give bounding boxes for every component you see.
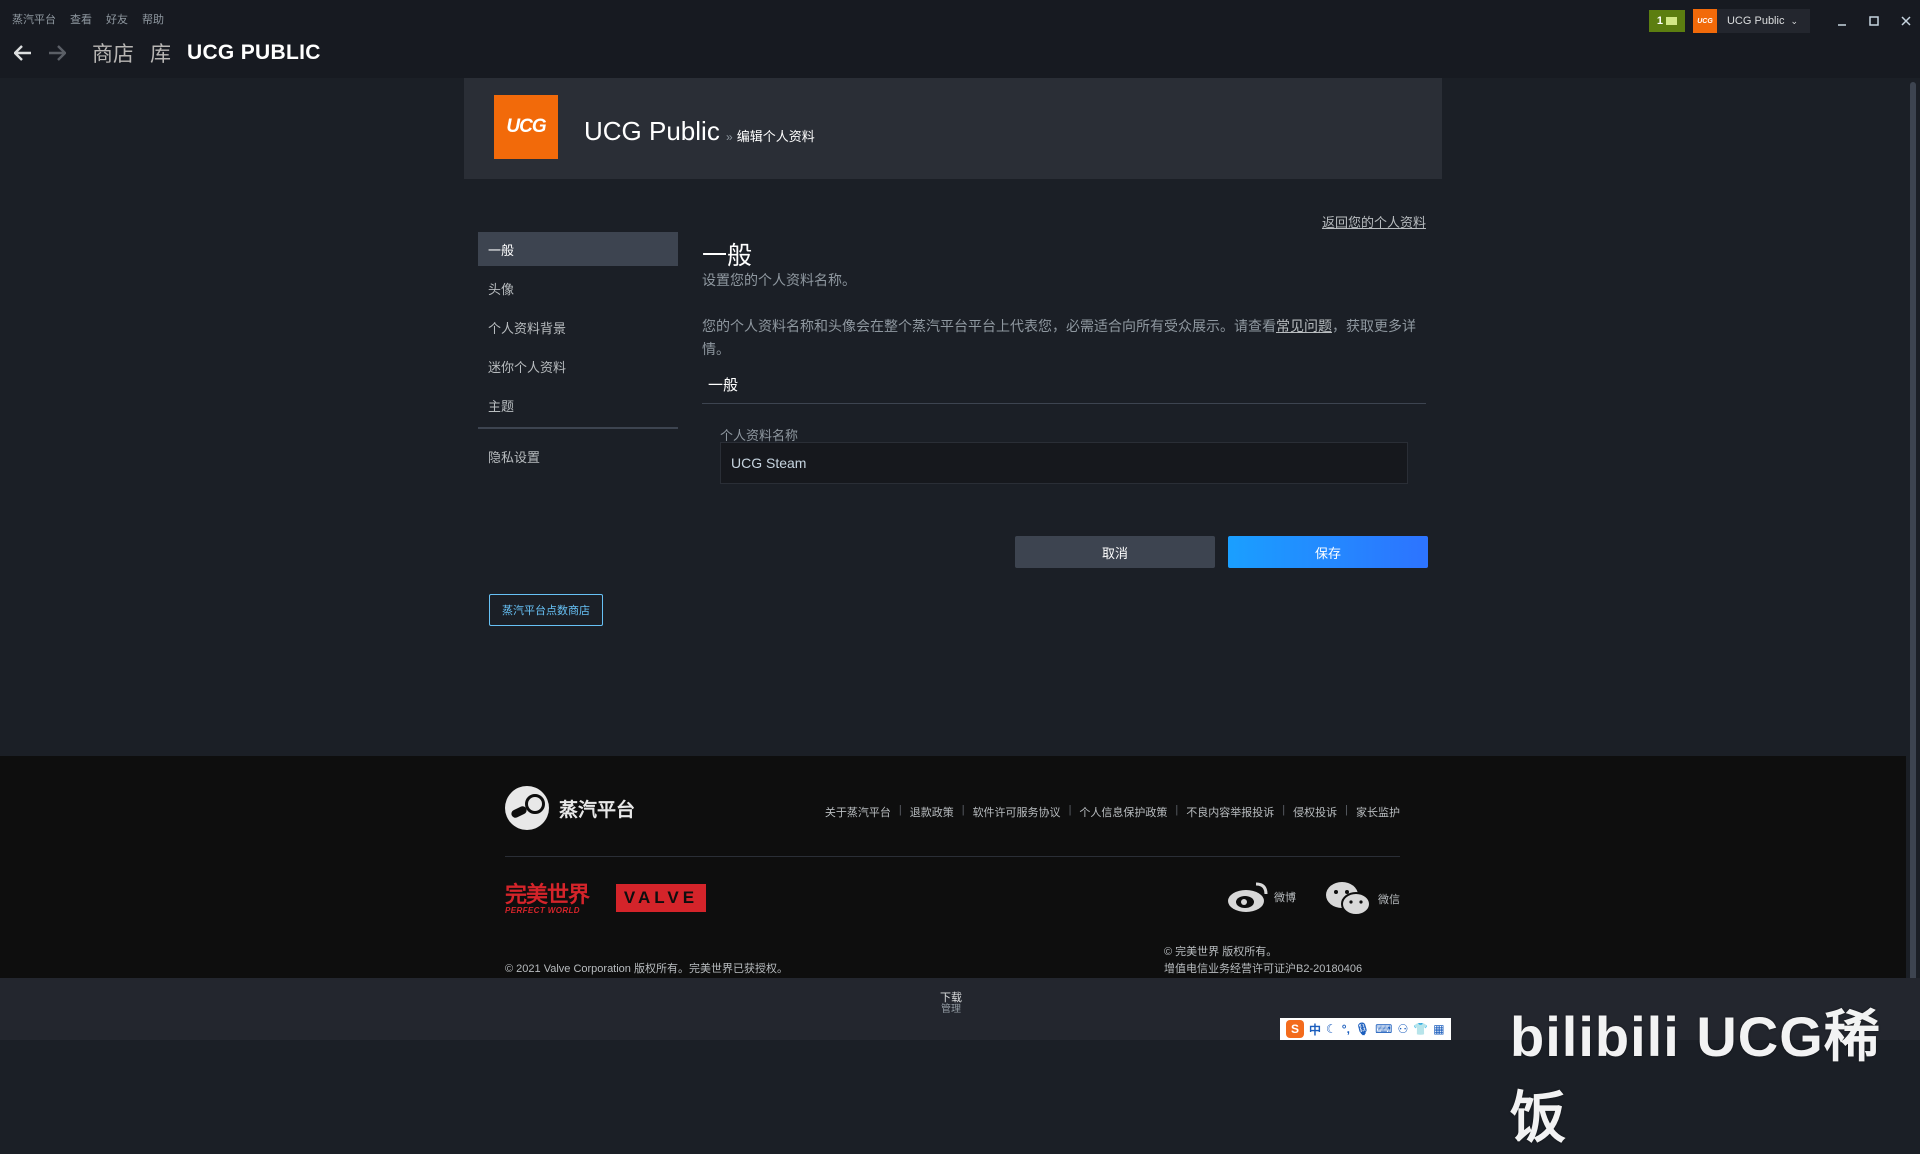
group-divider [702,403,1426,404]
notification-button[interactable]: 1 [1648,10,1685,32]
microphone-icon[interactable]: 🎙 [1355,1022,1370,1036]
profile-name[interactable]: UCG Public [584,116,720,147]
cancel-button[interactable]: 取消 [1015,536,1215,568]
footer-link-report[interactable]: 不良内容举报投诉 [1186,804,1274,820]
copyright-perfect-world: © 完美世界 版权所有。 增值电信业务经营许可证沪B2-20180406 [1164,944,1362,978]
breadcrumb-current: 编辑个人资料 [736,129,815,144]
points-shop-button[interactable]: 蒸汽平台点数商店 [489,594,603,626]
profile-name-input[interactable] [720,442,1408,484]
menu-bar: 蒸汽平台 查看 好友 帮助 [12,11,164,27]
sidebar-divider [478,427,678,429]
chevron-down-icon: ⌄ [1790,15,1798,26]
sidebar-item-mini-profile[interactable]: 迷你个人资料 [478,349,678,383]
footer-links: 关于蒸汽平台 | 退款政策 | 软件许可服务协议 | 个人信息保护政策 | 不良内容举报… [824,804,1400,820]
perfect-world-cn: 完美世界 [505,882,590,907]
settings-sidebar: 一般 头像 个人资料背景 迷你个人资料 主题 隐私设置 蒸汽平台点数商店 [478,232,678,626]
scrollbar-thumb[interactable] [1910,82,1916,982]
envelope-icon [1666,17,1678,25]
weibo-icon [1228,882,1268,912]
valve-logo[interactable]: VALVE [616,884,706,912]
wechat-label: 微信 [1378,894,1400,906]
steam-icon [505,786,549,830]
sidebar-item-avatar[interactable]: 头像 [478,271,678,305]
breadcrumb: » 编辑个人资料 [726,126,815,145]
copyright-line-1: © 完美世界 版权所有。 [1164,946,1278,958]
menu-item-view[interactable]: 查看 [70,11,92,27]
profile-avatar[interactable]: UCG [494,95,558,159]
wechat-icon [1326,882,1371,916]
notification-count: 1 [1656,15,1664,27]
footer-link-parental[interactable]: 家长监护 [1356,804,1400,820]
copyright-line-2[interactable]: 增值电信业务经营许可证沪B2-20180406 [1164,961,1362,978]
close-icon[interactable] [1892,9,1920,33]
maximize-icon[interactable] [1860,9,1888,33]
footer-link-privacy[interactable]: 个人信息保护政策 [1079,804,1167,820]
section-subtitle: 设置您的个人资料名称。 [702,272,856,288]
perfect-world-en: PERFECT WORLD [505,906,580,915]
main-content: UCG UCG Public » 编辑个人资料 一般 头像 个人资料背景 迷你个… [0,78,1906,756]
minimize-icon[interactable] [1828,9,1856,33]
punctuation-icon[interactable]: °, [1342,1022,1350,1036]
copyright-valve: © 2021 Valve Corporation 版权所有。完美世界已获授权。 [505,963,788,975]
menu-item-steam[interactable]: 蒸汽平台 [12,11,56,27]
menu-item-help[interactable]: 帮助 [142,11,164,27]
scrollbar[interactable] [1906,78,1920,982]
manage-label: 管理 [941,1004,961,1015]
faq-link[interactable]: 常见问题 [1276,318,1332,334]
wechat-link[interactable]: 微信 [1324,880,1400,918]
window-controls-area: 1 UCG UCG Public ⌄ [1648,8,1920,34]
forward-arrow-icon[interactable] [44,40,70,66]
sidebar-item-general[interactable]: 一般 [478,232,678,266]
description-text: 您的个人资料名称和头像会在整个蒸汽平台平台上代表您，必需适合向所有受众展示。请查… [702,318,1276,334]
downloads-label: 下载 [940,992,962,1004]
ime-toolbar[interactable]: S 中 ☾ °, 🎙 ⌨ ⚇ 👕 ▦ [1280,1018,1451,1040]
footer-link-license[interactable]: 软件许可服务协议 [973,804,1061,820]
tab-profile[interactable]: UCG PUBLIC [187,41,321,65]
breadcrumb-separator: » [726,130,733,144]
sidebar-item-privacy[interactable]: 隐私设置 [478,439,678,473]
footer-link-infringement[interactable]: 侵权投诉 [1293,804,1337,820]
sidebar-item-background[interactable]: 个人资料背景 [478,310,678,344]
navigation-bar: 商店 库 UCG PUBLIC [10,38,321,68]
back-arrow-icon[interactable] [10,40,36,66]
people-icon[interactable]: ⚇ [1397,1022,1408,1036]
account-name: UCG Public [1726,15,1785,27]
sidebar-item-theme[interactable]: 主题 [478,388,678,422]
footer-link-refund[interactable]: 退款政策 [910,804,954,820]
bottom-status-bar: 下载 管理 S 中 ☾ °, 🎙 ⌨ ⚇ 👕 ▦ bilibili UCG稀饭 [0,978,1920,1149]
ime-language[interactable]: 中 [1309,1021,1321,1038]
footer-divider [505,856,1400,857]
footer-link-about[interactable]: 关于蒸汽平台 [825,804,891,820]
section-description: 您的个人资料名称和头像会在整个蒸汽平台平台上代表您，必需适合向所有受众展示。请查… [702,315,1426,361]
moon-icon[interactable]: ☾ [1326,1022,1337,1036]
bilibili-watermark: bilibili UCG稀饭 [1510,1005,1881,1149]
downloads-button[interactable]: 下载 管理 [940,992,962,1016]
account-avatar: UCG [1692,9,1717,33]
tab-library[interactable]: 库 [150,38,171,68]
steam-brand-text: 蒸汽平台 [559,799,636,821]
steam-china-logo[interactable]: 蒸汽平台 [505,786,635,830]
weibo-label: 微博 [1274,892,1296,904]
group-title: 一般 [708,377,739,394]
title-bar: 蒸汽平台 查看 好友 帮助 商店 库 UCG PUBLIC 1 UCG UCG … [0,0,1920,78]
profile-header: UCG UCG Public » 编辑个人资料 [464,78,1442,179]
menu-item-friends[interactable]: 好友 [106,11,128,27]
section-title: 一般 [702,242,753,270]
shirt-icon[interactable]: 👕 [1413,1022,1428,1036]
back-to-profile-link[interactable]: 返回您的个人资料 [1322,212,1426,231]
perfect-world-logo[interactable]: 完美世界 PERFECT WORLD [505,884,603,918]
account-menu[interactable]: UCG UCG Public ⌄ [1692,9,1810,33]
tab-store[interactable]: 商店 [92,38,134,68]
page-footer: 蒸汽平台 关于蒸汽平台 | 退款政策 | 软件许可服务协议 | 个人信息保护政策 | 不… [0,756,1906,978]
sogou-icon[interactable]: S [1286,1020,1304,1038]
save-button[interactable]: 保存 [1228,536,1428,568]
grid-icon[interactable]: ▦ [1433,1022,1444,1036]
keyboard-icon[interactable]: ⌨ [1375,1022,1392,1036]
weibo-link[interactable]: 微博 [1226,880,1296,914]
